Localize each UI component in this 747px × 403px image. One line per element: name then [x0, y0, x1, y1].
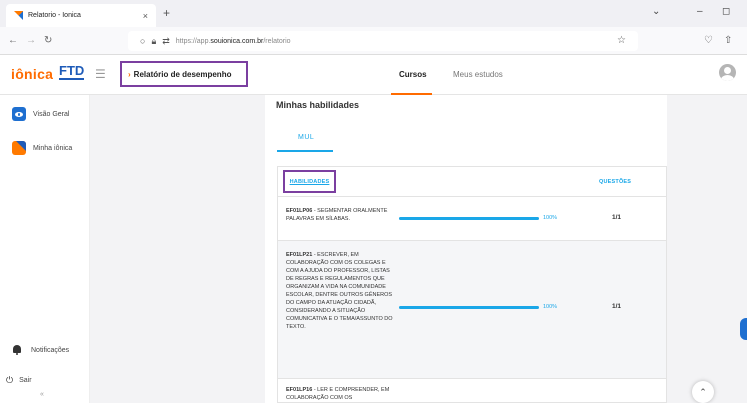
ionica-brand-icon — [12, 141, 26, 155]
new-tab-button[interactable]: + — [163, 6, 170, 20]
eye-icon — [12, 107, 26, 121]
skills-table: HABILIDADES QUESTÕES EF01LP06 - SEGMENTA… — [277, 166, 667, 403]
tab-list-chevron-icon[interactable]: ⌄ — [652, 6, 660, 17]
section-title: Minhas habilidades — [276, 100, 360, 110]
skill-description: EF01LP16 - LER E COMPREENDER, EM COLABOR… — [286, 386, 398, 402]
app-header: iônica FTD ☰ › Relatório de desempenho C… — [0, 55, 747, 95]
url-prefix: https://app. — [175, 37, 211, 45]
browser-tab-title: Relatorio - Ionica — [28, 12, 81, 19]
sidebar-item-label: Notificações — [31, 346, 70, 354]
sidebar-item-notificacoes[interactable]: Notificações — [12, 345, 69, 355]
table-row[interactable]: EF01LP21 - ESCREVER, EM COLABORAÇÃO COM … — [278, 241, 666, 379]
sub-tab-indicator — [277, 150, 333, 152]
sidebar-item-label: Visão Geral — [33, 110, 70, 118]
column-header-questoes[interactable]: QUESTÕES — [599, 179, 631, 185]
avatar-body — [721, 75, 734, 81]
ionica-favicon-icon — [14, 11, 23, 20]
bookmark-star-icon[interactable]: ☆ — [617, 35, 626, 46]
url-bar[interactable]: ○ 🔒︎ ⇄ https://app. souionica.com.br/rela… — [128, 31, 638, 51]
permissions-icon: ⇄ — [162, 35, 170, 46]
browser-tab[interactable]: Relatorio - Ionica × — [6, 4, 156, 27]
page-title: Relatório de desempenho — [133, 69, 232, 79]
skill-text: - ESCREVER, EM COLABORAÇÃO COM OS COLEGA… — [286, 252, 393, 330]
progress-percent: 100% — [543, 215, 558, 221]
hamburger-menu-icon[interactable]: ☰ — [95, 67, 106, 81]
chevron-up-icon: ⌃ — [699, 386, 707, 397]
content-left-gutter — [90, 95, 265, 403]
column-header-habilidades[interactable]: HABILIDADES — [283, 170, 336, 193]
questions-count: 1/1 — [612, 303, 622, 310]
tab-mul[interactable]: MUL — [298, 134, 314, 141]
breadcrumb: › Relatório de desempenho — [120, 61, 248, 87]
sidebar-item-visao-geral[interactable]: Visão Geral — [12, 107, 69, 121]
maximize-icon[interactable]: ◻ — [722, 6, 730, 17]
collapse-sidebar-icon[interactable]: « — [40, 391, 44, 398]
share-icon[interactable]: ⇧ — [724, 35, 732, 46]
skill-code: EF01LP21 — [286, 252, 313, 258]
reload-icon[interactable]: ↻ — [44, 35, 52, 46]
skill-code: EF01LP16 — [286, 387, 313, 393]
power-icon: ⏻ — [6, 375, 14, 385]
sidebar-item-sair[interactable]: ⏻ Sair — [6, 375, 32, 386]
skill-description: EF01LP21 - ESCREVER, EM COLABORAÇÃO COM … — [286, 251, 398, 331]
forward-arrow-icon[interactable]: → — [26, 35, 36, 46]
tab-close-icon[interactable]: × — [143, 11, 148, 21]
table-header: HABILIDADES QUESTÕES — [278, 167, 666, 197]
sidebar-item-minha-ionica[interactable]: Minha iônica — [12, 141, 72, 155]
chevron-right-icon: › — [128, 69, 131, 79]
floating-help-tab[interactable] — [740, 318, 747, 340]
skill-description: EF01LP06 - SEGMENTAR ORALMENTE PALAVRAS … — [286, 207, 398, 223]
progress-bar — [399, 306, 539, 309]
bell-icon — [12, 345, 22, 355]
table-row[interactable]: EF01LP16 - LER E COMPREENDER, EM COLABOR… — [278, 379, 666, 402]
browser-nav-bar: ← → ↻ ○ 🔒︎ ⇄ https://app. souionica.com.b… — [0, 27, 747, 55]
url-domain: souionica.com.br — [210, 37, 264, 45]
scroll-to-top-button[interactable]: ⌃ — [692, 381, 714, 403]
skill-code: EF01LP06 — [286, 208, 313, 214]
sidebar: Visão Geral Minha iônica Notificações ⏻ … — [0, 95, 90, 403]
sidebar-item-label: Minha iônica — [33, 144, 73, 152]
avatar-head — [724, 67, 731, 74]
pocket-icon[interactable]: ♡ — [704, 35, 713, 46]
user-avatar-icon[interactable] — [719, 64, 736, 81]
table-row[interactable]: EF01LP06 - SEGMENTAR ORALMENTE PALAVRAS … — [278, 197, 666, 241]
questions-count: 1/1 — [612, 214, 622, 221]
url-path: /relatorio — [263, 37, 291, 45]
browser-tab-bar: Relatorio - Ionica × + ⌄ – ◻ — [0, 0, 747, 27]
ionica-logo[interactable]: iônica — [11, 66, 53, 82]
progress-bar-fill — [399, 306, 539, 309]
minimize-icon[interactable]: – — [697, 6, 703, 17]
progress-percent: 100% — [543, 304, 558, 310]
tab-cursos[interactable]: Cursos — [399, 70, 427, 79]
ftd-logo: FTD — [59, 63, 85, 80]
shield-icon: ○ — [140, 36, 146, 46]
content-right-gutter — [667, 95, 747, 403]
back-arrow-icon[interactable]: ← — [8, 35, 18, 46]
tab-meus-estudos[interactable]: Meus estudos — [453, 70, 503, 79]
progress-bar — [399, 217, 539, 220]
lock-icon: 🔒︎ — [151, 35, 157, 46]
sidebar-item-label: Sair — [19, 377, 32, 384]
progress-bar-fill — [399, 217, 539, 220]
